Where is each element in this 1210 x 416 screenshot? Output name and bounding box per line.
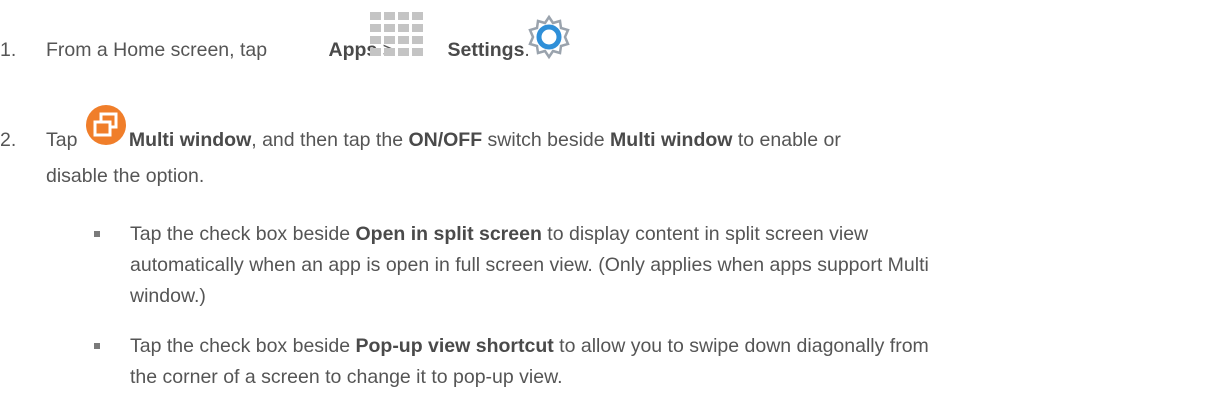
bullet-text: Tap the check box beside (130, 223, 356, 245)
pop-up-view-shortcut-label: Pop-up view shortcut (355, 335, 554, 357)
onoff-label: ON/OFF (408, 129, 483, 151)
step-1-line: From a Home screen, tap Apps > Settings. (46, 38, 530, 62)
step-number: 2. (0, 129, 17, 151)
multi-window-label: Multi window (610, 129, 733, 151)
multi-window-icon (86, 105, 126, 145)
step-2-text: switch beside (482, 129, 611, 151)
bullet-marker (94, 343, 100, 349)
step-number: 1. (0, 39, 17, 61)
step-2-text: to enable or (732, 129, 841, 151)
open-in-split-screen-label: Open in split screen (355, 223, 542, 245)
step-1-intro: From a Home screen, tap (46, 39, 273, 61)
bullet-marker (94, 231, 100, 237)
settings-gear-icon (528, 14, 570, 60)
bullet-1-line-1: Tap the check box beside Open in split s… (130, 222, 868, 246)
multi-window-label: Multi window (128, 129, 252, 151)
step-2-line-2: disable the option. (46, 165, 205, 187)
bullet-2-line-1: Tap the check box beside Pop-up view sho… (130, 334, 929, 358)
apps-grid-icon (370, 12, 423, 56)
bullet-1-line-2: automatically when an app is open in ful… (130, 254, 929, 276)
bullet-1-line-3: window.) (130, 285, 206, 307)
bullet-text: to display content in split screen view (541, 223, 869, 245)
step-2-line-1: Tap Multi window, and then tap the ON/OF… (46, 128, 841, 152)
bullet-text: to allow you to swipe down diagonally fr… (553, 335, 929, 357)
settings-label: Settings (447, 39, 525, 61)
step-2-text: , and then tap the (251, 129, 409, 151)
bullet-2-line-2: the corner of a screen to change it to p… (130, 366, 563, 388)
bullet-text: Tap the check box beside (130, 335, 356, 357)
step-2-tap: Tap (46, 129, 83, 151)
